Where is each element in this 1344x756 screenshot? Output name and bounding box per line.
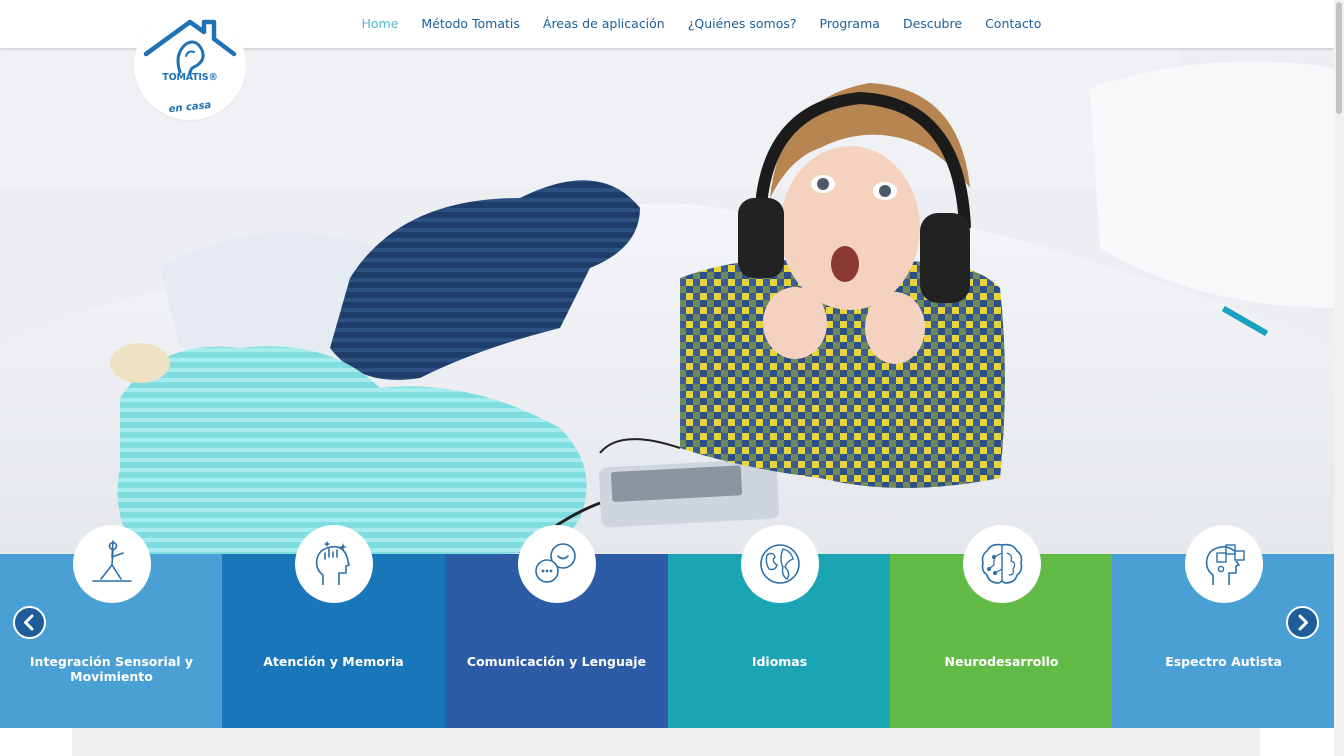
logo-brand-text: TOMATIS® [162,72,218,83]
nav-programa[interactable]: Programa [808,1,891,47]
nav-metodo-tomatis[interactable]: Método Tomatis [410,1,531,47]
card-label: Espectro Autista [1165,654,1282,669]
page-scrollbar[interactable] [1334,0,1344,756]
nav-quienes-somos[interactable]: ¿Quiénes somos? [676,1,808,47]
carousel-prev-button[interactable] [13,606,46,639]
card-neurodesarrollo[interactable]: Neurodesarrollo [890,525,1113,728]
card-label: Atención y Memoria [263,654,404,669]
globe-icon [759,544,800,584]
scrollbar-thumb[interactable] [1336,2,1342,114]
head-puzzle-icon [1205,544,1245,585]
nav-contacto[interactable]: Contacto [974,1,1053,47]
head-sparkles-icon [315,541,350,585]
areas-carousel: Integración Sensorial y Movimiento Atenc… [0,525,1335,728]
hero-banner [0,48,1334,554]
card-label: Comunicación y Lenguaje [466,654,647,669]
main-nav: Home Método Tomatis Áreas de aplicación … [350,0,1053,48]
chevron-right-icon [1298,614,1308,631]
card-label: Idiomas [751,654,808,669]
child-with-headphones-photo [0,48,1334,554]
card-comunicacion-lenguaje[interactable]: Comunicación y Lenguaje [445,525,668,728]
chevron-left-icon [24,614,34,631]
brain-circuit-icon [981,543,1022,584]
card-espectro-autista[interactable]: Espectro Autista [1112,525,1335,728]
card-integracion-sensorial[interactable]: Integración Sensorial y Movimiento [0,525,223,728]
card-idiomas[interactable]: Idiomas [668,525,891,728]
chat-bubbles-icon [534,543,576,583]
yoga-pose-icon [91,540,132,582]
carousel-next-button[interactable] [1286,606,1319,639]
nav-home[interactable]: Home [350,1,410,47]
page: Home Método Tomatis Áreas de aplicación … [0,0,1344,756]
card-atencion-memoria[interactable]: Atención y Memoria [222,525,445,728]
card-label: Integración Sensorial y Movimiento [29,654,194,684]
card-label: Neurodesarrollo [944,654,1059,669]
site-logo[interactable]: TOMATIS® en casa [134,10,246,120]
content-section [72,728,1260,756]
nav-descubre[interactable]: Descubre [891,1,973,47]
nav-areas-aplicacion[interactable]: Áreas de aplicación [531,1,676,47]
